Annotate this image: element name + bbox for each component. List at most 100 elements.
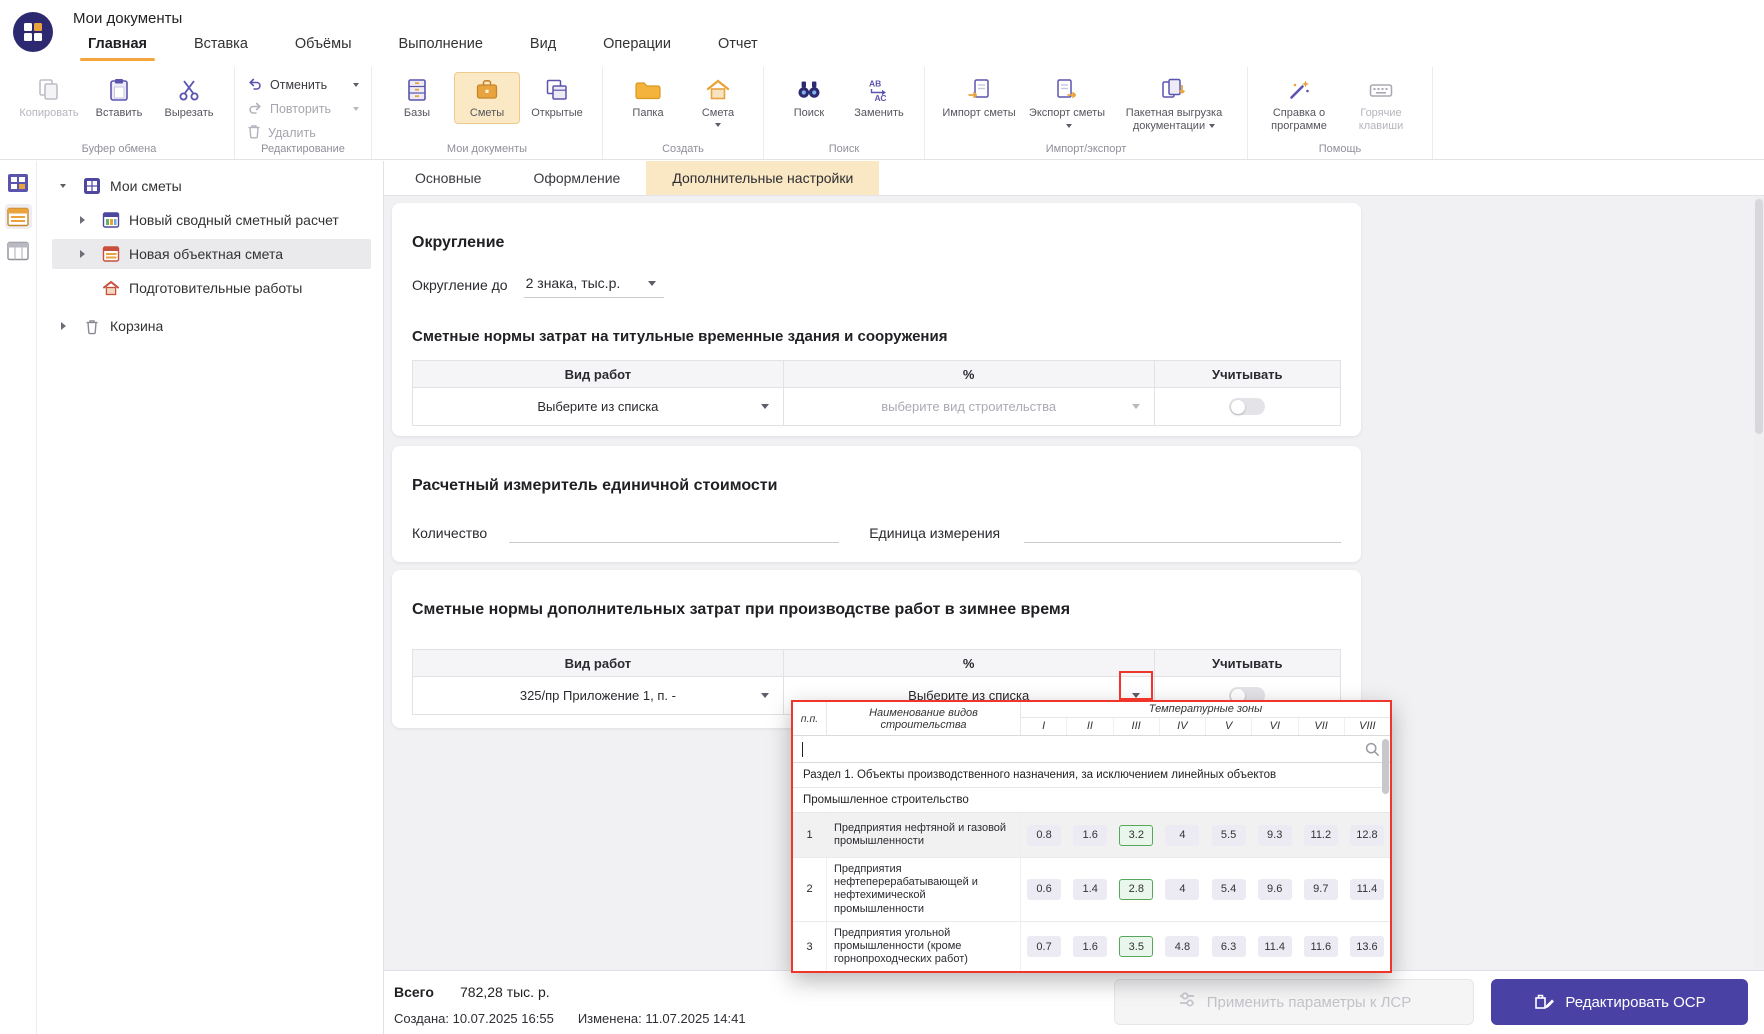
zone-cell[interactable]: 11.6 xyxy=(1298,922,1344,971)
menu-tab-vid[interactable]: Вид xyxy=(530,36,556,61)
chevron-down-icon[interactable] xyxy=(52,184,74,188)
export-estimate-button[interactable]: Экспорт сметы xyxy=(1025,72,1109,136)
unit-input[interactable] xyxy=(1024,523,1341,544)
zone-cell[interactable]: 1.6 xyxy=(1067,813,1113,857)
zone-cell[interactable]: 11.2 xyxy=(1298,813,1344,857)
menu-tab-otchet[interactable]: Отчет xyxy=(718,36,758,61)
zone-cell[interactable]: 12.8 xyxy=(1344,813,1390,857)
table-view-icon[interactable] xyxy=(5,238,32,263)
zone-header-v[interactable]: V xyxy=(1206,717,1253,735)
tree-item-preparatory-works[interactable]: Подготовительные работы xyxy=(52,273,371,303)
paste-button[interactable]: Вставить xyxy=(86,72,152,124)
menu-tab-vstavka[interactable]: Вставка xyxy=(194,36,248,61)
docs-view-icon[interactable] xyxy=(5,170,32,195)
chevron-down-icon[interactable] xyxy=(1131,692,1140,698)
chevron-down-icon[interactable] xyxy=(715,122,721,127)
chevron-down-icon[interactable] xyxy=(1066,123,1072,128)
popup-row[interactable]: 3 Предприятия угольной промышленности (кр… xyxy=(793,921,1390,971)
zone-cell[interactable]: 9.7 xyxy=(1298,858,1344,921)
estimates-button[interactable]: Сметы xyxy=(454,72,520,124)
zone-cell[interactable]: 3.5 xyxy=(1113,922,1159,971)
app-logo-icon[interactable] xyxy=(12,11,54,53)
zone-cell[interactable]: 3.2 xyxy=(1113,813,1159,857)
zone-header-iv[interactable]: IV xyxy=(1160,717,1206,735)
quantity-input[interactable] xyxy=(509,523,840,544)
edit-osr-button[interactable]: Редактировать ОСР xyxy=(1491,979,1748,1025)
zone-cell[interactable]: 5.5 xyxy=(1206,813,1252,857)
winter-work-type-dropdown[interactable]: 325/пр Приложение 1, п. - xyxy=(413,677,784,715)
zone-cell[interactable] xyxy=(1159,972,1205,973)
import-estimate-button[interactable]: Импорт сметы xyxy=(937,72,1021,124)
zone-cell[interactable]: 4 xyxy=(1159,813,1205,857)
work-type-dropdown[interactable]: Выберите из списка xyxy=(413,388,784,426)
replace-button[interactable]: АВ АС Заменить xyxy=(846,72,912,124)
zone-cell[interactable] xyxy=(1298,972,1344,973)
cut-button[interactable]: Вырезать xyxy=(156,72,222,124)
zone-cell[interactable]: 5.4 xyxy=(1206,858,1252,921)
hotkeys-button[interactable]: Горячие клавиши xyxy=(1342,72,1420,136)
zone-cell[interactable]: 0.6 xyxy=(1021,858,1067,921)
zone-header-vi[interactable]: VI xyxy=(1252,717,1299,735)
chevron-down-icon[interactable] xyxy=(353,106,359,111)
tree-item-summary-estimate[interactable]: Новый сводный сметный расчет xyxy=(52,205,371,235)
create-folder-button[interactable]: Папка xyxy=(615,72,681,124)
apply-parameters-button[interactable]: Применить параметры к ЛСР xyxy=(1114,979,1474,1025)
zone-cell[interactable] xyxy=(1067,972,1113,973)
zone-cell[interactable] xyxy=(1113,972,1159,973)
zone-cell[interactable]: 6.3 xyxy=(1206,922,1252,971)
rounding-dropdown[interactable]: 2 знака, тыс.р. xyxy=(523,272,665,299)
zone-cell[interactable]: 0.8 xyxy=(1021,813,1067,857)
zone-cell[interactable]: 0.7 xyxy=(1021,922,1067,971)
zone-cell[interactable] xyxy=(1252,972,1298,973)
bases-button[interactable]: Базы xyxy=(384,72,450,124)
menu-tab-obyomy[interactable]: Объёмы xyxy=(295,36,352,61)
menu-tab-glavnaya[interactable]: Главная xyxy=(80,36,155,61)
chevron-right-icon[interactable] xyxy=(71,216,93,224)
redo-button[interactable]: Повторить xyxy=(247,100,359,117)
content-scrollbar[interactable] xyxy=(1754,197,1764,968)
zone-header-iii[interactable]: III xyxy=(1114,717,1160,735)
construction-type-dropdown[interactable]: выберите вид строительства xyxy=(784,388,1155,426)
search-button[interactable]: Поиск xyxy=(776,72,842,124)
zone-header-viii[interactable]: VIII xyxy=(1345,718,1390,735)
zone-cell[interactable]: 4.8 xyxy=(1159,922,1205,971)
estimate-view-icon[interactable] xyxy=(4,204,32,229)
chevron-down-icon[interactable] xyxy=(353,82,359,87)
search-icon[interactable] xyxy=(1364,741,1381,758)
tree-item-object-estimate[interactable]: Новая объектная смета xyxy=(52,239,371,269)
tree-item-my-estimates[interactable]: Мои сметы xyxy=(52,171,371,201)
tree-item-recycle-bin[interactable]: Корзина xyxy=(52,311,371,341)
copy-button[interactable]: Копировать xyxy=(16,72,82,124)
zone-cell[interactable] xyxy=(1344,972,1390,973)
consider-toggle[interactable] xyxy=(1229,398,1266,416)
zone-cell[interactable]: 9.3 xyxy=(1252,813,1298,857)
popup-search-input[interactable] xyxy=(793,736,1390,763)
create-estimate-button[interactable]: Смета xyxy=(685,72,751,131)
open-documents-button[interactable]: Открытые xyxy=(524,72,590,124)
delete-button[interactable]: Удалить xyxy=(247,124,359,142)
menu-tab-operacii[interactable]: Операции xyxy=(603,36,671,61)
popup-row[interactable]: 2 Предприятия нефтеперерабатывающей и неф… xyxy=(793,858,1390,922)
popup-scrollbar-thumb[interactable] xyxy=(1382,739,1389,794)
zone-cell[interactable]: 2.8 xyxy=(1113,858,1159,921)
zone-cell[interactable]: 1.6 xyxy=(1067,922,1113,971)
zone-cell[interactable] xyxy=(1206,972,1252,973)
zone-header-vii[interactable]: VII xyxy=(1299,717,1345,735)
chevron-down-icon[interactable] xyxy=(1209,123,1216,128)
help-about-button[interactable]: Справка о программе xyxy=(1260,72,1338,136)
chevron-right-icon[interactable] xyxy=(52,322,74,330)
zone-cell[interactable]: 13.6 xyxy=(1344,922,1390,971)
tab-oformlenie[interactable]: Оформление xyxy=(507,161,646,195)
zone-cell[interactable]: 4 xyxy=(1159,858,1205,921)
undo-button[interactable]: Отменить xyxy=(247,76,359,93)
zone-cell[interactable]: 11.4 xyxy=(1252,922,1298,971)
zone-header-i[interactable]: I xyxy=(1021,717,1068,735)
chevron-right-icon[interactable] xyxy=(71,250,93,258)
batch-export-button[interactable]: Пакетная выгрузка документации xyxy=(1113,72,1235,136)
tab-additional-settings[interactable]: Дополнительные настройки xyxy=(646,161,880,195)
zone-cell[interactable]: 11.4 xyxy=(1344,858,1390,921)
zone-cell[interactable]: 9.6 xyxy=(1252,858,1298,921)
zone-header-ii[interactable]: II xyxy=(1067,717,1114,735)
popup-row[interactable]: 4Предприятия торфяной xyxy=(793,972,1390,973)
zone-cell[interactable]: 1.4 xyxy=(1067,858,1113,921)
